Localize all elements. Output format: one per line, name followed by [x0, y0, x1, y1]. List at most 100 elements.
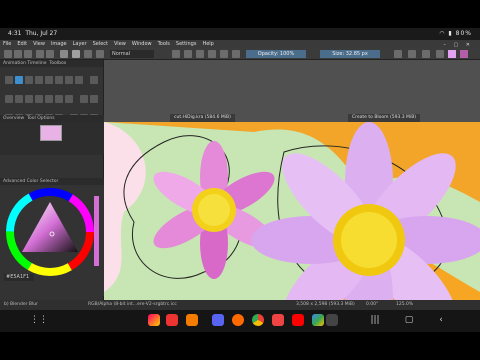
recents-icon[interactable]: ||| [370, 315, 380, 325]
date-text: Thu, Jul 27 [25, 30, 58, 37]
open-file-icon[interactable] [14, 50, 22, 58]
undo-icon[interactable] [36, 50, 44, 58]
opacity-slider[interactable]: Opacity: 100% [246, 50, 306, 58]
tool-options-tab[interactable]: Tool Options [27, 116, 55, 121]
zoom-value[interactable]: 125.0% [396, 302, 413, 307]
new-file-icon[interactable] [4, 50, 12, 58]
office-app-icon[interactable] [186, 314, 198, 326]
brush-settings-icon[interactable] [96, 50, 104, 58]
multibrush-tool[interactable] [65, 76, 73, 84]
freehand-brush-tool[interactable] [15, 76, 23, 84]
firefox-app-icon[interactable] [232, 314, 244, 326]
brush-preset-icon[interactable] [84, 50, 92, 58]
toolbox-title: Animation Timeline Toolbox [0, 60, 103, 67]
size-slider[interactable]: Size: 32.85 px [320, 50, 380, 58]
drawing-canvas[interactable] [104, 122, 480, 300]
select-shapes-tool[interactable] [5, 76, 13, 84]
text-tool[interactable] [35, 76, 43, 84]
smart-patch-tool[interactable] [75, 76, 83, 84]
recent-apps-tray-icon[interactable] [326, 314, 338, 326]
overview-panel: Overview Tool Options [0, 115, 104, 155]
status-time: 4:31 Thu, Jul 27 [8, 30, 57, 37]
krita-status-bar: b) Blender Blur RGB/Alpha (8-bit int...e… [0, 300, 480, 310]
toolbox-tab[interactable]: Toolbox [49, 61, 66, 66]
notes-app-icon[interactable] [166, 314, 178, 326]
fill-tool[interactable] [90, 76, 99, 84]
value-strip[interactable] [94, 196, 99, 266]
blend-mode-select[interactable]: Normal [110, 50, 154, 58]
animation-tab[interactable]: Animation Timeline [3, 61, 47, 66]
grid-icon[interactable] [422, 50, 430, 58]
menu-select[interactable]: Select [90, 40, 111, 48]
gradient-icon[interactable] [60, 50, 68, 58]
youtube-app-icon[interactable] [292, 314, 304, 326]
canvas-thumbnail[interactable] [40, 125, 62, 141]
status-icons: ◠ ▮ 80% [439, 30, 472, 37]
menu-window[interactable]: Window [129, 40, 155, 48]
apps-grid-icon[interactable]: ⋮⋮ [30, 315, 48, 325]
tab-document-1[interactable]: cut.HiDig.kra (584.6 MiB) [170, 114, 235, 122]
eraser-icon[interactable] [172, 50, 180, 58]
drive-app-icon[interactable] [312, 314, 324, 326]
polyline-tool[interactable] [65, 95, 73, 103]
mirror-v-icon[interactable] [232, 50, 240, 58]
tab-document-2[interactable]: Create to Bloom (593.3 MiB) [348, 114, 421, 122]
overview-tab[interactable]: Overview [3, 116, 24, 121]
menu-layer[interactable]: Layer [70, 40, 90, 48]
color-picker-tool[interactable] [15, 95, 23, 103]
menu-view-2[interactable]: View [111, 40, 129, 48]
wrap-mode-icon[interactable] [208, 50, 216, 58]
time-text: 4:31 [8, 30, 22, 37]
home-icon[interactable]: ▢ [404, 315, 414, 325]
video-app-icon[interactable] [272, 314, 284, 326]
redo-icon[interactable] [46, 50, 54, 58]
menu-file[interactable]: File [0, 40, 14, 48]
android-status-bar: 4:31 Thu, Jul 27 ◠ ▮ 80% [0, 28, 480, 40]
mirror-h-icon[interactable] [220, 50, 228, 58]
line-tool[interactable] [25, 95, 33, 103]
color-wheel[interactable] [0, 186, 104, 278]
discord-app-icon[interactable] [212, 314, 224, 326]
dynamic-brush-tool[interactable] [55, 76, 63, 84]
image-dimensions: 3,508 x 2,598 (593.3 MiB) [296, 302, 355, 307]
canvas-area: cut.HiDig.kra (584.6 MiB) Create to Bloo… [104, 60, 480, 300]
pattern-icon[interactable] [72, 50, 80, 58]
saturation-triangle[interactable] [22, 202, 78, 252]
menu-bar: File Edit View Image Layer Select View Window To… [0, 40, 480, 48]
overview-title: Overview Tool Options [0, 115, 104, 122]
menu-edit[interactable]: Edit [14, 40, 30, 48]
hex-color-field[interactable]: #E5A1F1 [4, 274, 34, 281]
ellipse-tool[interactable] [45, 95, 53, 103]
canvas-only-icon[interactable] [394, 50, 402, 58]
menu-help[interactable]: Help [199, 40, 216, 48]
palette-icon[interactable] [436, 50, 444, 58]
foreground-color-swatch[interactable] [448, 50, 456, 58]
menu-settings[interactable]: Settings [173, 40, 200, 48]
color-profile: RGB/Alpha (8-bit int...ere-V2-srgbtrc.ic… [88, 302, 177, 307]
move-tool[interactable] [90, 95, 99, 103]
alpha-lock-icon[interactable] [196, 50, 204, 58]
battery-text: 80% [455, 30, 472, 37]
save-icon[interactable] [24, 50, 32, 58]
back-icon[interactable]: ‹ [436, 315, 446, 325]
rectangle-tool[interactable] [35, 95, 43, 103]
layout-icon[interactable] [408, 50, 416, 58]
polygon-tool[interactable] [55, 95, 63, 103]
gallery-app-icon[interactable] [148, 314, 160, 326]
menu-tools[interactable]: Tools [155, 40, 173, 48]
rotation-value[interactable]: 0.00° [366, 302, 378, 307]
menu-image[interactable]: Image [48, 40, 70, 48]
chrome-app-icon[interactable] [252, 314, 264, 326]
flower-artwork [104, 122, 480, 300]
edit-shapes-tool[interactable] [25, 76, 33, 84]
signal-icon: ▮ [448, 30, 453, 37]
background-color-swatch[interactable] [460, 50, 468, 58]
bezier-tool[interactable] [80, 95, 89, 103]
calligraphy-tool[interactable] [45, 76, 53, 84]
wifi-icon: ◠ [439, 30, 446, 37]
reload-preset-icon[interactable] [184, 50, 192, 58]
menu-view[interactable]: View [30, 40, 48, 48]
brush-name: b) Blender Blur [4, 302, 38, 307]
gradient-tool[interactable] [5, 95, 13, 103]
color-selector-title: Advanced Color Selector [0, 178, 104, 185]
